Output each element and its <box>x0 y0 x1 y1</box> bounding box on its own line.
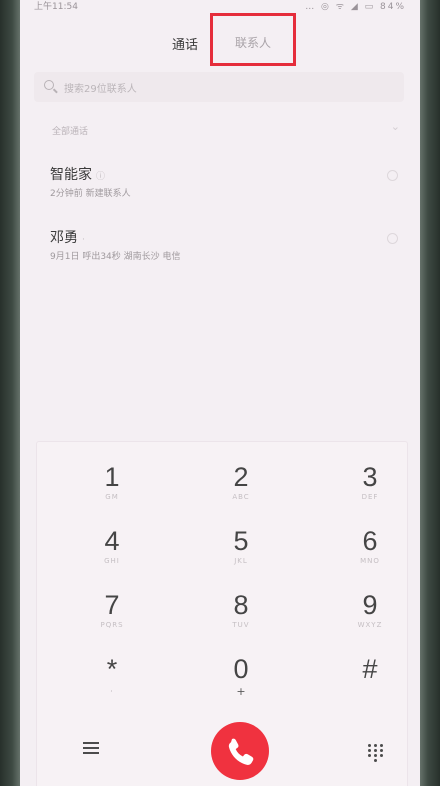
dial-key-0[interactable]: 0 + <box>196 654 286 704</box>
call-log-item[interactable]: 智能家 ⓘ 2分钟前 新建联系人 <box>20 164 420 210</box>
key-letters: MNO <box>360 557 380 565</box>
dial-key-1[interactable]: 1 GM <box>67 462 157 512</box>
call-name: 邓勇 · <box>50 230 85 246</box>
dial-key-3[interactable]: 3 DEF <box>325 462 415 512</box>
search-placeholder: 搜索29位联系人 <box>64 84 137 95</box>
call-meta: 9月1日 呼出34秒 湖南长沙 电信 <box>50 252 181 262</box>
call-button[interactable] <box>211 722 269 780</box>
key-letters: + <box>236 685 246 698</box>
dial-key-6[interactable]: 6 MNO <box>325 526 415 576</box>
key-digit: 4 <box>104 526 120 556</box>
dialpad: 1 GM 2 ABC 3 DEF 4 GHI 5 JKL 6 MNO 7 PQR… <box>36 441 408 786</box>
key-digit: 3 <box>362 462 378 492</box>
key-letters: WXYZ <box>357 621 383 629</box>
highlight-box <box>210 13 296 66</box>
key-digit: # <box>362 654 378 684</box>
key-digit: 0 <box>233 654 249 684</box>
key-letters: GM <box>105 493 119 501</box>
call-log-item[interactable]: 邓勇 · 9月1日 呼出34秒 湖南长沙 电信 <box>20 227 420 273</box>
key-letters: JKL <box>234 557 248 565</box>
key-digit: 9 <box>362 590 378 620</box>
dial-key-2[interactable]: 2 ABC <box>196 462 286 512</box>
section-label: 全部通话 <box>52 127 89 137</box>
search-icon <box>44 80 54 90</box>
search-input[interactable]: 搜索29位联系人 <box>34 72 404 102</box>
info-icon[interactable] <box>387 170 398 181</box>
key-digit: 1 <box>104 462 120 492</box>
key-digit: 6 <box>362 526 378 556</box>
key-letters: ABC <box>232 493 250 501</box>
dial-key-9[interactable]: 9 WXYZ <box>325 590 415 640</box>
dial-key-4[interactable]: 4 GHI <box>67 526 157 576</box>
key-letters: TUV <box>232 621 250 629</box>
key-letters: , <box>110 685 114 693</box>
status-bar: 上午11:54 … ◎ ᯤ ◢ ▭ 84% <box>20 0 420 12</box>
key-letters: DEF <box>361 493 379 501</box>
keypad-icon[interactable] <box>368 744 384 762</box>
key-digit: 2 <box>233 462 249 492</box>
dial-key-5[interactable]: 5 JKL <box>196 526 286 576</box>
phone-screen: 上午11:54 … ◎ ᯤ ◢ ▭ 84% 通话 联系人 搜索29位联系人 全部… <box>20 0 420 786</box>
tag-icon: · <box>82 235 85 245</box>
info-tag-icon: ⓘ <box>96 172 106 182</box>
status-time: 上午11:54 <box>34 2 78 12</box>
tab-calls[interactable]: 通话 <box>172 34 198 53</box>
menu-icon[interactable] <box>83 742 99 754</box>
dial-key-7[interactable]: 7 PQRS <box>67 590 157 640</box>
call-meta: 2分钟前 新建联系人 <box>50 189 131 199</box>
key-digit: 5 <box>233 526 249 556</box>
key-digit: 7 <box>104 590 120 620</box>
phone-frame-right <box>418 0 440 786</box>
phone-frame-left <box>0 0 22 786</box>
key-digit: * <box>106 654 118 684</box>
dial-key-hash[interactable]: # <box>325 654 415 704</box>
phone-icon <box>228 738 254 765</box>
key-digit: 8 <box>233 590 249 620</box>
call-name: 智能家 ⓘ <box>50 167 106 183</box>
dial-key-star[interactable]: * , <box>67 654 157 704</box>
chevron-down-icon[interactable]: ⌄ <box>391 120 400 133</box>
dial-key-8[interactable]: 8 TUV <box>196 590 286 640</box>
status-icons: … ◎ ᯤ ◢ ▭ 84% <box>305 2 406 12</box>
info-icon[interactable] <box>387 233 398 244</box>
key-letters: PQRS <box>100 621 124 629</box>
key-letters: GHI <box>104 557 120 565</box>
